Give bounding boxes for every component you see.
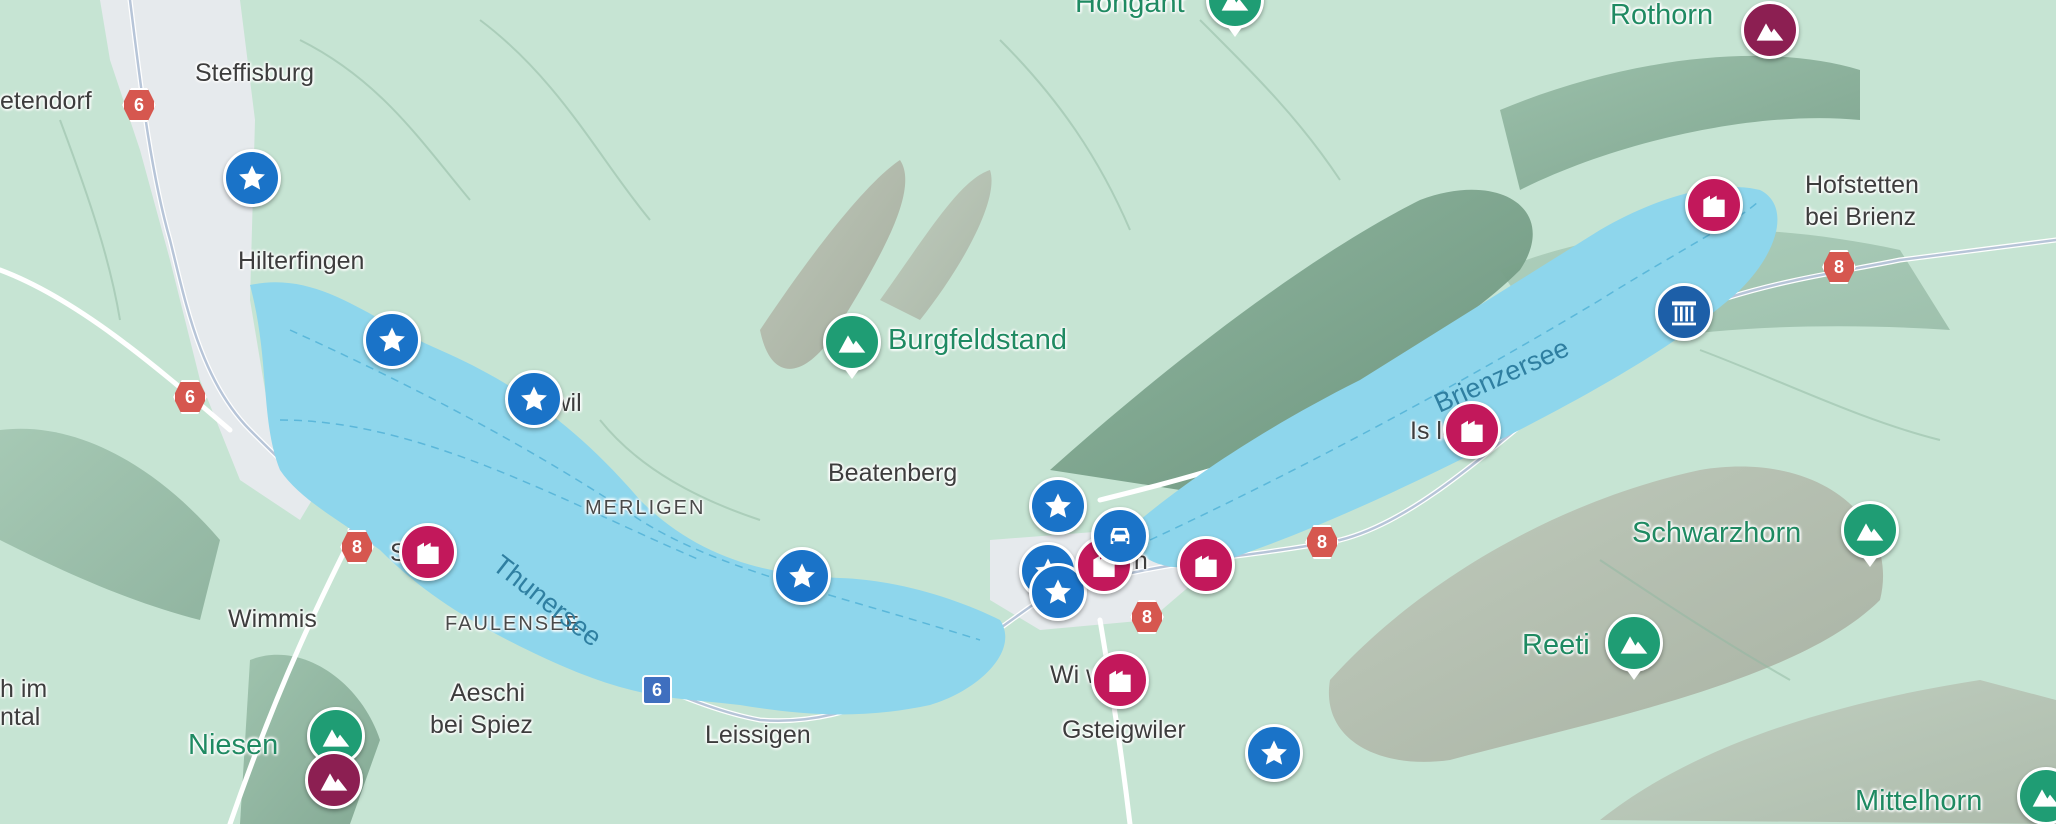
waterfall-marker[interactable] — [1655, 283, 1713, 341]
peak-marker[interactable] — [823, 313, 881, 379]
place-label-hofstetten-line1: Hofstetten — [1805, 171, 1919, 199]
place-label-niesen: Niesen — [188, 729, 279, 761]
place-label-schwarzhorn: Schwarzhorn — [1632, 517, 1802, 549]
place-label-leissigen: Leissigen — [705, 721, 811, 749]
map-view[interactable]: Steffisburg etendorf Hilterfingen swil M… — [0, 0, 2056, 824]
mountain-icon — [1618, 627, 1650, 659]
road-shield-6: 6 — [642, 675, 672, 705]
place-label-reeti: Reeti — [1522, 629, 1590, 661]
building-icon — [1190, 549, 1222, 581]
building-icon — [412, 536, 444, 568]
place-label-steffisburg: Steffisburg — [195, 59, 315, 87]
mountain-icon — [2030, 780, 2056, 812]
building-marker[interactable] — [1177, 536, 1235, 594]
star-icon — [1258, 737, 1290, 769]
star-marker[interactable] — [223, 149, 281, 207]
mountain-icon — [1219, 0, 1251, 16]
star-icon — [236, 162, 268, 194]
place-label-frutigen-line2: ntal — [0, 703, 41, 731]
place-label-beatenberg: Beatenberg — [828, 459, 958, 487]
place-label-gsteigwiler: Gsteigwiler — [1062, 716, 1186, 744]
car-icon — [1104, 520, 1136, 552]
place-label-merligen: MERLIGEN — [585, 497, 706, 519]
building-icon — [1698, 189, 1730, 221]
building-icon — [1104, 664, 1136, 696]
peak-marker[interactable] — [1605, 614, 1663, 680]
star-icon — [786, 560, 818, 592]
place-label-aeschi-line2: bei Spiez — [430, 711, 533, 739]
building-marker[interactable] — [1091, 651, 1149, 709]
building-icon — [1456, 414, 1488, 446]
place-label-rothorn: Rothorn — [1610, 0, 1714, 31]
star-marker[interactable] — [1245, 724, 1303, 782]
star-marker[interactable] — [773, 547, 831, 605]
mountain-icon — [320, 720, 352, 752]
place-label-aeschi-line1: Aeschi — [450, 679, 526, 707]
star-icon — [1042, 490, 1074, 522]
peak-marker[interactable] — [1841, 501, 1899, 567]
place-label-hofstetten-line2: bei Brienz — [1805, 203, 1917, 231]
building-marker[interactable] — [399, 523, 457, 581]
star-icon — [1042, 576, 1074, 608]
terrain-layer — [0, 0, 2056, 824]
summit-marker[interactable] — [305, 751, 363, 809]
star-marker[interactable] — [363, 311, 421, 369]
place-label-mittelhorn: Mittelhorn — [1855, 785, 1983, 817]
place-label-frutigen-line1: h im — [0, 675, 48, 703]
mountain-icon — [1854, 514, 1886, 546]
star-marker[interactable] — [1029, 477, 1087, 535]
star-marker[interactable] — [505, 370, 563, 428]
summit-marker[interactable] — [1741, 1, 1799, 59]
waterfall-icon — [1668, 296, 1700, 328]
mountain-icon — [1754, 14, 1786, 46]
building-marker[interactable] — [1443, 401, 1501, 459]
place-label-uetendorf: etendorf — [0, 87, 92, 115]
star-icon — [376, 324, 408, 356]
car-marker[interactable] — [1091, 507, 1149, 565]
building-marker[interactable] — [1685, 176, 1743, 234]
mountain-icon — [318, 764, 350, 796]
place-label-wimmis: Wimmis — [228, 605, 317, 633]
place-label-hilterfingen: Hilterfingen — [238, 247, 365, 275]
place-label-hohgant: Hohgant — [1075, 0, 1185, 19]
place-label-burgfeldstand: Burgfeldstand — [888, 324, 1067, 356]
star-icon — [518, 383, 550, 415]
mountain-icon — [836, 326, 868, 358]
